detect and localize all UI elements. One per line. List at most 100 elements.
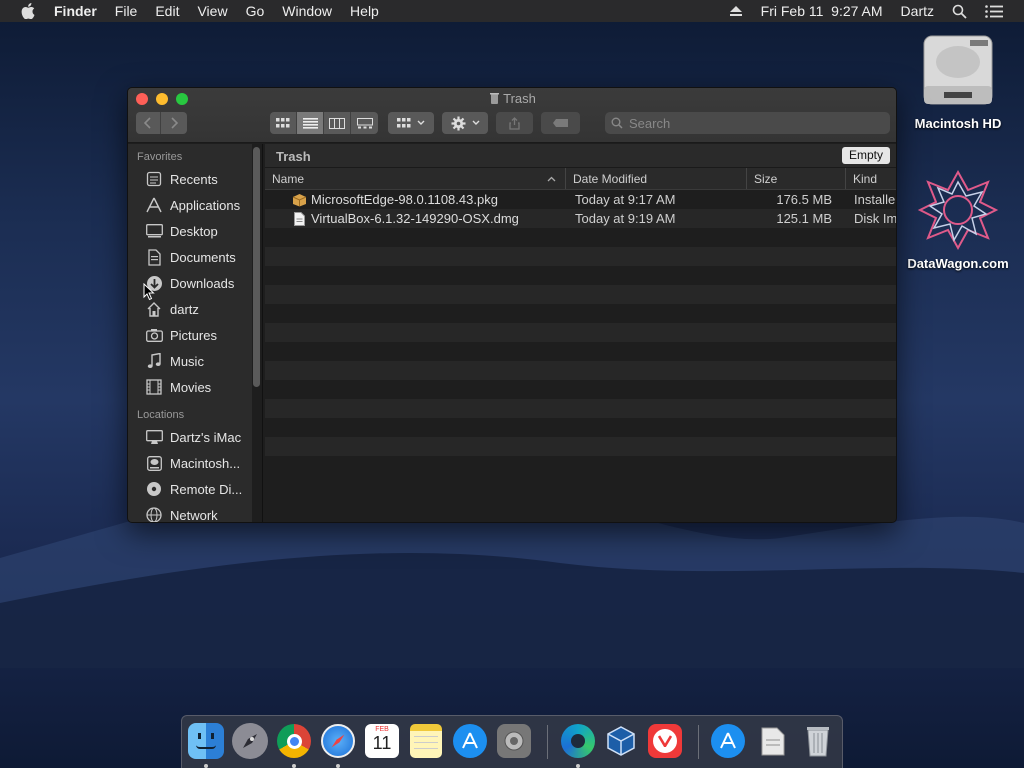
sidebar-item-applications[interactable]: Applications: [128, 192, 252, 218]
list-view-button[interactable]: [297, 112, 324, 134]
music-note-icon: [145, 352, 163, 370]
film-icon: [145, 378, 163, 396]
column-view-button[interactable]: [324, 112, 351, 134]
camera-icon: [145, 326, 163, 344]
sidebar-item-label: Network: [170, 507, 218, 523]
search-field[interactable]: Search: [605, 112, 890, 134]
system-preferences-icon[interactable]: [495, 722, 533, 760]
empty-row: [265, 399, 896, 418]
home-icon: [145, 300, 163, 318]
safari-icon[interactable]: [319, 722, 357, 760]
column-header-date-modified[interactable]: Date Modified: [566, 168, 747, 189]
back-button[interactable]: [136, 112, 161, 134]
running-indicator: [336, 764, 340, 768]
menu-view[interactable]: View: [188, 0, 236, 22]
sidebar-divider[interactable]: [262, 144, 263, 522]
back-forward-group: [136, 112, 187, 134]
file-row[interactable]: MicrosoftEdge-98.0.1108.43.pkg Today at …: [265, 190, 896, 209]
trash-icon[interactable]: [799, 722, 837, 760]
group-grid-icon: [397, 117, 411, 127]
menu-clock[interactable]: Fri Feb 11 9:27 AM: [752, 0, 892, 22]
launchpad-icon[interactable]: [231, 722, 269, 760]
window-titlebar[interactable]: Trash Search: [128, 88, 896, 143]
tag-icon: [552, 119, 568, 127]
share-button[interactable]: [496, 112, 533, 134]
sidebar-item-network[interactable]: Network: [128, 502, 252, 523]
menu-help[interactable]: Help: [341, 0, 388, 22]
app-store-icon[interactable]: [451, 722, 489, 760]
recents-icon: [145, 170, 163, 188]
sidebar-scrollbar[interactable]: [253, 147, 260, 387]
apple-menu-icon[interactable]: [17, 0, 39, 22]
edge-icon[interactable]: [559, 722, 597, 760]
sidebar-item-dartz-s-imac[interactable]: Dartz's iMac: [128, 424, 252, 450]
datawagon-logo-icon: [916, 168, 1000, 252]
finder-icon[interactable]: [187, 722, 225, 760]
icon-view-button[interactable]: [270, 112, 297, 134]
share-icon: [509, 116, 520, 130]
column-header-kind[interactable]: Kind: [846, 168, 896, 189]
sidebar-item-movies[interactable]: Movies: [128, 374, 252, 400]
file-date-modified: Today at 9:17 AM: [575, 192, 676, 207]
column-header-name[interactable]: Name: [265, 168, 566, 189]
tag-button[interactable]: [541, 112, 580, 134]
menu-window[interactable]: Window: [273, 0, 341, 22]
spotlight-search-icon[interactable]: [943, 4, 976, 19]
empty-row: [265, 380, 896, 399]
empty-row: [265, 418, 896, 437]
menu-file[interactable]: File: [106, 0, 147, 22]
sidebar-header-favorites: Favorites: [137, 151, 183, 163]
vivaldi-icon[interactable]: [646, 722, 684, 760]
file-name: VirtualBox-6.1.32-149290-OSX.dmg: [311, 211, 519, 226]
gear-icon: [451, 116, 465, 130]
sidebar-item-macintosh[interactable]: Macintosh...: [128, 450, 252, 476]
sidebar-item-documents[interactable]: Documents: [128, 244, 252, 270]
desktop-icon-macintosh-hd[interactable]: Macintosh HD: [903, 32, 1013, 131]
calendar-icon[interactable]: FEB 11: [363, 722, 401, 760]
group-by-button[interactable]: [388, 112, 434, 134]
menu-go[interactable]: Go: [237, 0, 274, 22]
applications-icon: [145, 196, 163, 214]
sidebar-item-pictures[interactable]: Pictures: [128, 322, 252, 348]
sidebar-item-remote-di[interactable]: Remote Di...: [128, 476, 252, 502]
file-row[interactable]: VirtualBox-6.1.32-149290-OSX.dmg Today a…: [265, 209, 897, 228]
desktop-icon-label: Macintosh HD: [914, 116, 1002, 131]
notification-center-icon[interactable]: [976, 4, 1012, 18]
desktop-icon-datawagon[interactable]: DataWagon.com: [903, 168, 1013, 271]
calendar-day: 11: [372, 733, 392, 753]
hard-drive-icon: [920, 32, 996, 112]
app-store-downloads-icon[interactable]: [709, 722, 747, 760]
file-list-area: Trash Empty Name Date Modified Size Kind…: [265, 144, 897, 522]
virtualbox-icon[interactable]: [602, 722, 640, 760]
dock-separator: [698, 725, 699, 759]
action-button[interactable]: [442, 112, 488, 134]
sidebar-item-desktop[interactable]: Desktop: [128, 218, 252, 244]
sidebar-item-label: Recents: [170, 171, 218, 187]
notes-icon[interactable]: [407, 722, 445, 760]
empty-row: [265, 342, 896, 361]
empty-trash-button[interactable]: Empty: [841, 147, 890, 164]
eject-icon[interactable]: [720, 5, 752, 17]
sidebar-header-locations: Locations: [137, 409, 185, 421]
menu-finder[interactable]: Finder: [45, 0, 106, 22]
file-kind: Disk Ima: [854, 211, 897, 226]
empty-row: [265, 456, 896, 475]
sidebar-item-recents[interactable]: Recents: [128, 166, 252, 192]
empty-row: [265, 361, 896, 380]
chrome-icon[interactable]: [275, 722, 313, 760]
running-indicator: [576, 764, 580, 768]
sidebar-item-label: Desktop: [170, 223, 218, 239]
desktop-icon: [145, 222, 163, 240]
search-placeholder: Search: [629, 115, 671, 131]
file-date-modified: Today at 9:19 AM: [575, 211, 676, 226]
menu-user[interactable]: Dartz: [892, 0, 943, 22]
column-header-size[interactable]: Size: [747, 168, 846, 189]
running-indicator: [204, 764, 208, 768]
menu-edit[interactable]: Edit: [146, 0, 188, 22]
forward-button[interactable]: [161, 112, 187, 134]
gallery-view-button[interactable]: [351, 112, 378, 134]
sidebar-item-music[interactable]: Music: [128, 348, 252, 374]
document-stack-icon[interactable]: [754, 722, 792, 760]
view-mode-group: [270, 112, 378, 134]
file-rows: MicrosoftEdge-98.0.1108.43.pkg Today at …: [265, 190, 897, 475]
